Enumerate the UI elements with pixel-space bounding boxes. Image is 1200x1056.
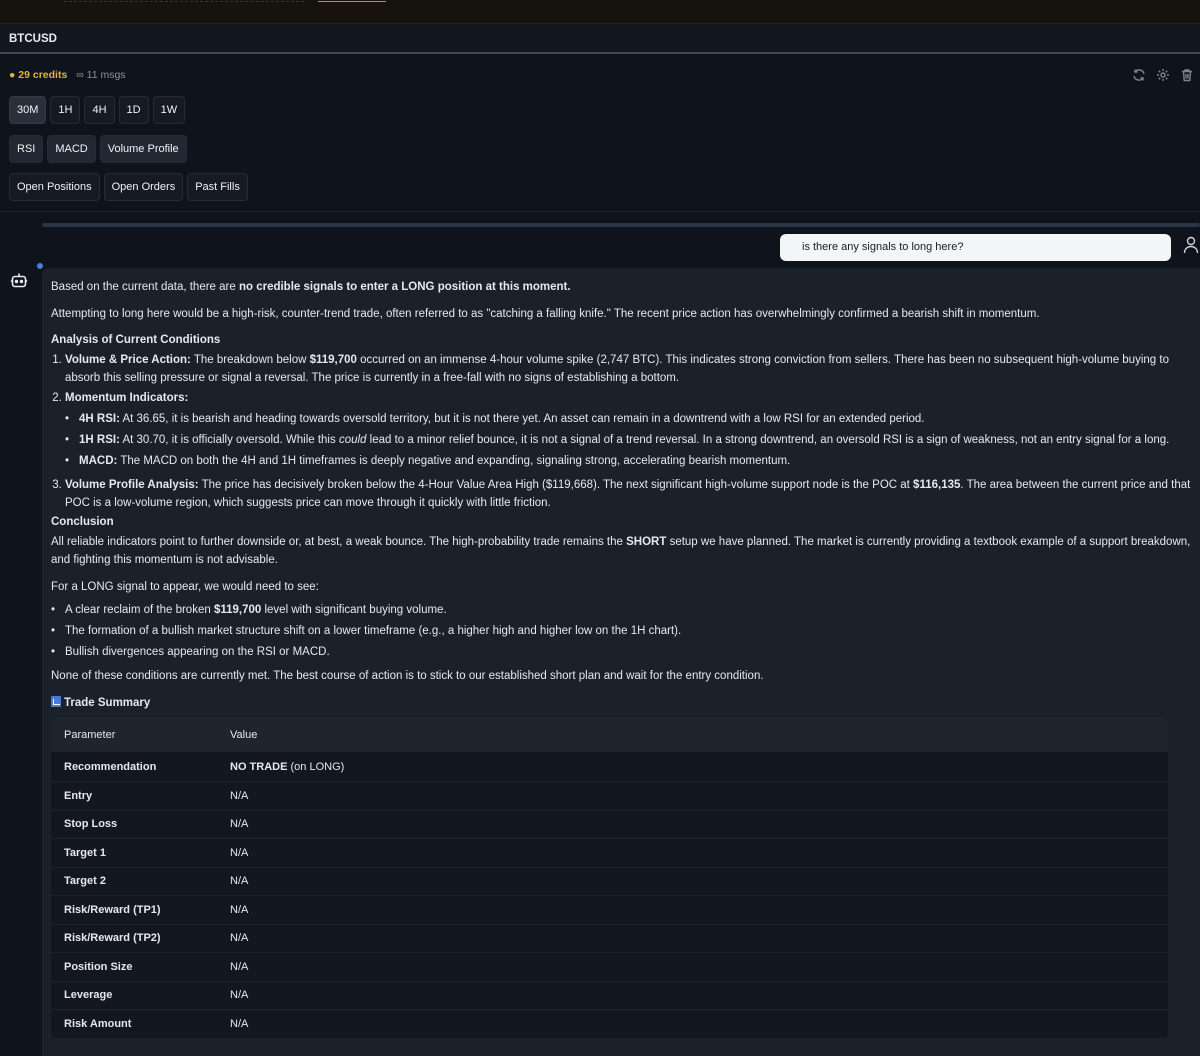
table-cell-parameter: Position Size bbox=[64, 960, 133, 973]
table-row: Risk Amount N/A bbox=[51, 1010, 1168, 1039]
table-cell-value: N/A bbox=[230, 818, 249, 831]
context-paragraph: Attempting to long here would be a high-… bbox=[51, 308, 1040, 320]
table-cell-parameter: Target 1 bbox=[64, 846, 106, 859]
user-message-bubble: is there any signals to long here? bbox=[780, 234, 1171, 261]
gear-icon[interactable] bbox=[1156, 68, 1170, 82]
momentum-1h-rsi: 1H RSI: At 30.70, it is officially overs… bbox=[65, 430, 1191, 451]
top-notification-bar bbox=[0, 0, 1200, 24]
credits-status: ● 29 credits ∞ 11 msgs bbox=[9, 69, 126, 81]
final-paragraph: None of these conditions are currently m… bbox=[51, 670, 764, 682]
table-cell-value: N/A bbox=[230, 1017, 249, 1030]
messages-count: 11 msgs bbox=[86, 69, 126, 81]
momentum-macd: MACD: The MACD on both the 4H and 1H tim… bbox=[65, 451, 1191, 472]
long-signal-intro: For a LONG signal to appear, we would ne… bbox=[51, 581, 319, 593]
timeframe-1d-button[interactable]: 1D bbox=[118, 96, 149, 124]
orders-selector: Open Positions Open Orders Past Fills bbox=[9, 173, 248, 201]
bot-icon bbox=[10, 272, 28, 288]
credits-count: 29 credits bbox=[18, 69, 68, 81]
analysis-item-volume-profile: Volume Profile Analysis: The price has d… bbox=[65, 476, 1191, 512]
refresh-icon[interactable] bbox=[1132, 68, 1146, 82]
condition-item: Bullish divergences appearing on the RSI… bbox=[51, 642, 1191, 663]
scroll-divider bbox=[42, 223, 1200, 227]
table-row: Stop Loss N/A bbox=[51, 811, 1168, 839]
table-cell-value: N/A bbox=[230, 932, 249, 945]
analysis-heading: Analysis of Current Conditions bbox=[51, 334, 221, 346]
symbol-title: BTCUSD bbox=[9, 33, 57, 45]
table-header-parameter: Parameter bbox=[64, 728, 116, 741]
link-icon: ∞ bbox=[76, 69, 84, 81]
notification-link-fragment[interactable] bbox=[318, 0, 386, 2]
indicator-selector: RSI MACD Volume Profile bbox=[9, 135, 187, 163]
table-cell-parameter: Leverage bbox=[64, 989, 113, 1002]
table-header-value: Value bbox=[230, 728, 258, 741]
table-row: Entry N/A bbox=[51, 782, 1168, 811]
table-cell-parameter: Stop Loss bbox=[64, 818, 118, 831]
indicator-macd-button[interactable]: MACD bbox=[47, 135, 96, 163]
analysis-item-volume-price: Volume & Price Action: The breakdown bel… bbox=[65, 351, 1191, 387]
timeframe-selector: 30M 1H 4H 1D 1W bbox=[9, 96, 186, 124]
table-cell-parameter: Risk/Reward (TP2) bbox=[64, 932, 161, 945]
table-cell-parameter: Risk/Reward (TP1) bbox=[64, 903, 161, 916]
control-panel: ● 29 credits ∞ 11 msgs 30M 1H 4H 1D 1W R… bbox=[0, 56, 1200, 212]
bar-chart-icon bbox=[51, 696, 61, 707]
table-cell-parameter: Entry bbox=[64, 789, 93, 802]
open-positions-button[interactable]: Open Positions bbox=[9, 173, 100, 201]
timeframe-1w-button[interactable]: 1W bbox=[152, 96, 186, 124]
table-row: Risk/Reward (TP1) N/A bbox=[51, 896, 1168, 925]
user-icon bbox=[1183, 236, 1199, 254]
table-cell-value: NO TRADE (on LONG) bbox=[230, 760, 345, 773]
table-row: Leverage N/A bbox=[51, 982, 1168, 1010]
conclusion-heading: Conclusion bbox=[51, 516, 114, 528]
condition-item: A clear reclaim of the broken $119,700 l… bbox=[51, 600, 1191, 621]
table-cell-parameter: Target 2 bbox=[64, 875, 106, 888]
table-cell-value: N/A bbox=[230, 989, 249, 1002]
analysis-list: Volume & Price Action: The breakdown bel… bbox=[65, 351, 1191, 512]
status-dot bbox=[37, 263, 43, 269]
chat-header: BTCUSD bbox=[0, 24, 1200, 54]
indicator-volume-profile-button[interactable]: Volume Profile bbox=[99, 135, 187, 163]
trash-icon[interactable] bbox=[1180, 68, 1194, 82]
trade-summary-heading: Trade Summary bbox=[51, 694, 1191, 712]
table-row: Risk/Reward (TP2) N/A bbox=[51, 925, 1168, 953]
timeframe-30m-button[interactable]: 30M bbox=[9, 96, 47, 124]
table-row: Target 2 N/A bbox=[51, 868, 1168, 896]
condition-item: The formation of a bullish market struct… bbox=[51, 621, 1191, 642]
money-bag-icon: ● bbox=[9, 69, 16, 81]
open-orders-button[interactable]: Open Orders bbox=[103, 173, 184, 201]
conclusion-paragraph: All reliable indicators point to further… bbox=[51, 536, 1191, 566]
table-cell-value: N/A bbox=[230, 903, 249, 916]
table-row: Recommendation NO TRADE (on LONG) bbox=[51, 752, 1168, 782]
table-cell-value: N/A bbox=[230, 875, 249, 888]
indicator-rsi-button[interactable]: RSI bbox=[9, 135, 44, 163]
table-cell-value: N/A bbox=[230, 960, 249, 973]
assistant-message: Based on the current data, there are no … bbox=[42, 268, 1200, 1056]
table-cell-value: N/A bbox=[230, 846, 249, 859]
toolbar bbox=[1132, 68, 1194, 82]
table-cell-value: N/A bbox=[230, 789, 249, 802]
momentum-4h-rsi: 4H RSI: At 36.65, it is bearish and head… bbox=[65, 409, 1191, 430]
analysis-item-momentum: Momentum Indicators: 4H RSI: At 36.65, i… bbox=[65, 389, 1191, 472]
trade-summary-table: Parameter Value Recommendation NO TRADE … bbox=[51, 717, 1168, 1039]
table-header-row: Parameter Value bbox=[51, 717, 1168, 752]
table-cell-parameter: Risk Amount bbox=[64, 1017, 132, 1030]
intro-paragraph: Based on the current data, there are no … bbox=[51, 281, 571, 293]
momentum-sublist: 4H RSI: At 36.65, it is bearish and head… bbox=[65, 409, 1191, 472]
timeframe-1h-button[interactable]: 1H bbox=[50, 96, 81, 124]
table-row: Position Size N/A bbox=[51, 953, 1168, 982]
notification-text-fragment bbox=[64, 0, 304, 2]
timeframe-4h-button[interactable]: 4H bbox=[84, 96, 115, 124]
past-fills-button[interactable]: Past Fills bbox=[187, 173, 248, 201]
long-conditions-list: A clear reclaim of the broken $119,700 l… bbox=[51, 600, 1191, 663]
table-row: Target 1 N/A bbox=[51, 839, 1168, 868]
table-cell-parameter: Recommendation bbox=[64, 760, 157, 773]
